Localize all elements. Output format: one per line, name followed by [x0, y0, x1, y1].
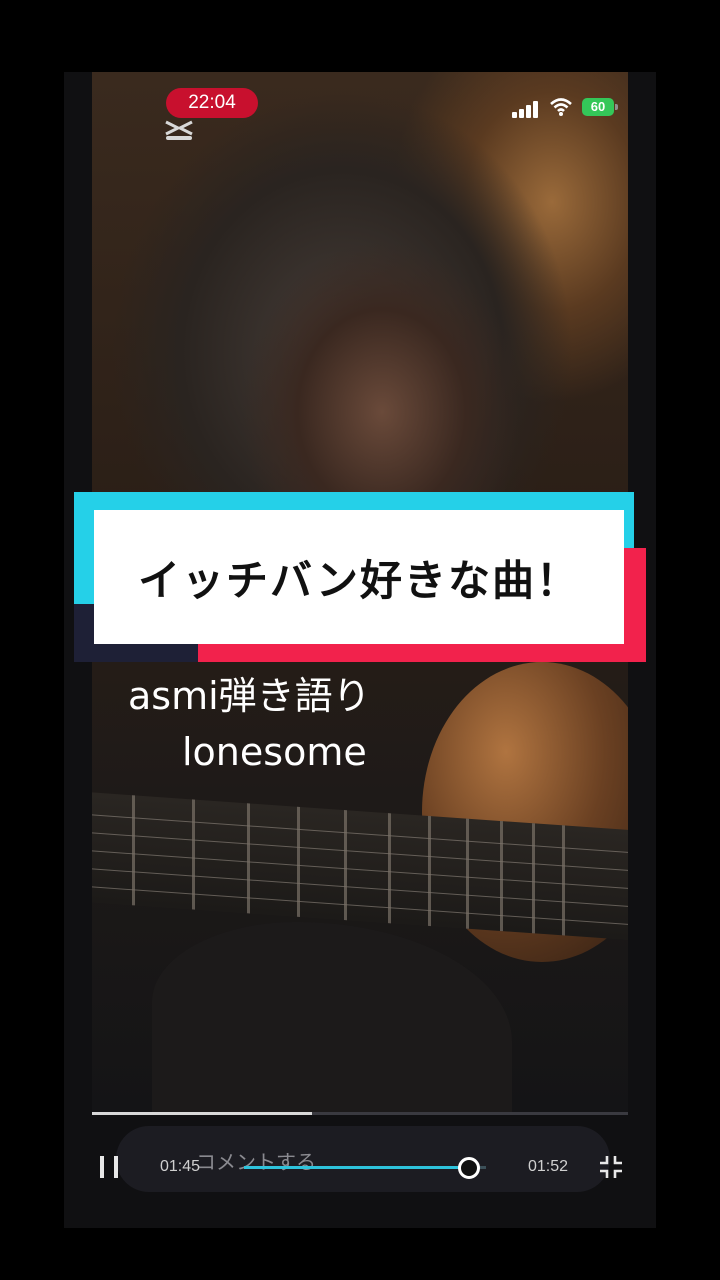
- current-time: 01:45: [160, 1158, 201, 1175]
- player-controls: コメントする... 01:45 01:52: [64, 1120, 656, 1220]
- seek-fill: [244, 1166, 470, 1169]
- battery-indicator: 60: [582, 98, 614, 116]
- banner-panel: イッチバン好きな曲！: [94, 510, 624, 644]
- caption-line1: asmi弾き語り: [128, 674, 371, 718]
- sleeve-shadow: [152, 922, 512, 1112]
- caption-line2: lonesome: [182, 730, 367, 774]
- video-caption: asmi弾き語り lonesome: [128, 668, 371, 780]
- title-banner: イッチバン好きな曲！: [74, 492, 646, 664]
- status-time: 22:04: [166, 88, 258, 118]
- battery-nub: [615, 104, 618, 110]
- comment-placeholder: コメントする...: [196, 1150, 336, 1174]
- pause-icon[interactable]: [100, 1156, 120, 1178]
- video-progress-bar[interactable]: [92, 1112, 628, 1115]
- collapse-icon[interactable]: [598, 1154, 624, 1180]
- wifi-icon: [550, 97, 572, 117]
- video-frame: 22:04 60 asmi弾き語り lonesome イッチバン好きな曲！ コメ…: [64, 72, 656, 1228]
- seek-slider[interactable]: [244, 1157, 486, 1179]
- cellular-signal-icon: [512, 100, 542, 118]
- seek-knob[interactable]: [458, 1157, 481, 1179]
- video-progress-fill: [92, 1112, 312, 1115]
- total-time: 01:52: [528, 1158, 569, 1175]
- banner-text: イッチバン好きな曲！: [137, 555, 581, 605]
- capcut-icon: [162, 116, 196, 144]
